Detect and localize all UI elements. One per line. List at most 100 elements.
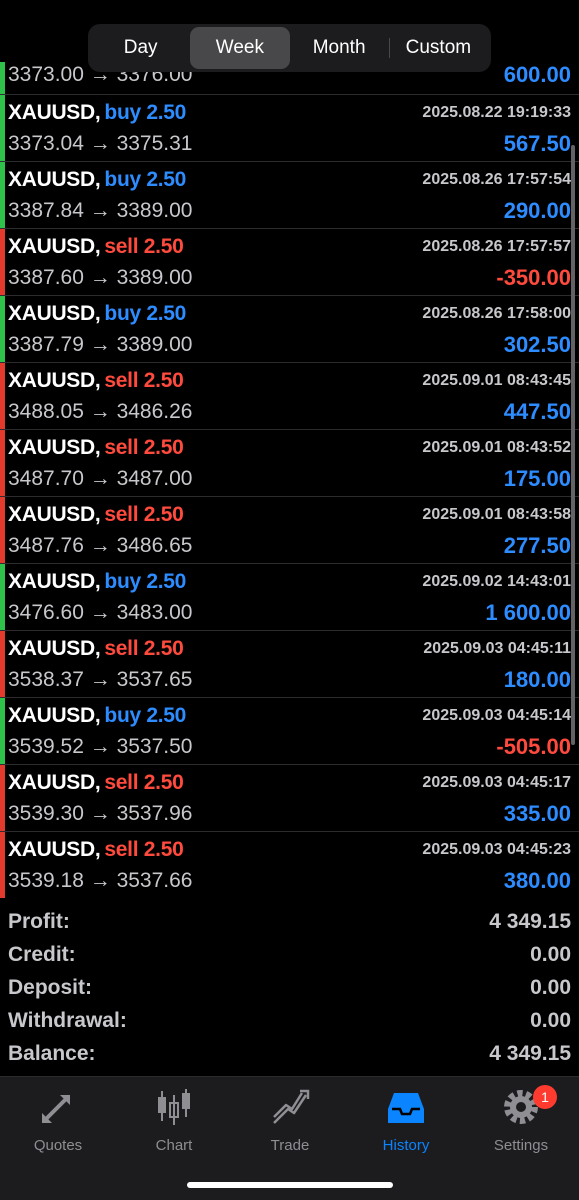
deal-side-bar — [0, 95, 5, 161]
deal-time: 2025.09.03 04:45:23 — [422, 841, 571, 858]
deal-symbol: XAUUSD, sell 2.50 — [8, 369, 184, 393]
tab-quotes[interactable]: Quotes — [0, 1087, 116, 1157]
deal-side-volume: sell 2.50 — [104, 838, 184, 861]
deal-row[interactable]: XAUUSD, sell 2.50 2025.09.01 08:43:45 3488.… — [0, 363, 579, 430]
deal-time: 2025.08.26 17:57:54 — [422, 171, 571, 188]
deal-side-volume: buy 2.50 — [104, 570, 187, 593]
tab-trade[interactable]: Trade — [232, 1087, 348, 1157]
deal-row[interactable]: XAUUSD, buy 2.50 2025.08.26 17:58:00 3387.7… — [0, 296, 579, 363]
deal-symbol: XAUUSD, sell 2.50 — [8, 235, 184, 259]
deal-row[interactable]: XAUUSD, sell 2.50 2025.09.01 08:43:58 3487.… — [0, 497, 579, 564]
tab-label: History — [382, 1137, 430, 1154]
deal-profit: 380.00 — [503, 868, 571, 893]
deal-time: 2025.08.26 17:57:57 — [422, 238, 571, 255]
list-scrollbar[interactable] — [571, 145, 575, 745]
deal-symbol: XAUUSD, sell 2.50 — [8, 503, 184, 527]
period-segmented-control: Day Week Month Custom — [88, 24, 491, 72]
home-indicator[interactable] — [187, 1182, 393, 1188]
deal-prices: 3539.18 → 3537.66 — [8, 869, 193, 892]
summary-credit: Credit: 0.00 — [0, 939, 579, 972]
period-tab-custom[interactable]: Custom — [388, 27, 488, 69]
deal-prices: 3387.60 → 3389.00 — [8, 266, 193, 289]
deal-row[interactable]: XAUUSD, buy 2.50 2025.09.03 04:45:14 3539.5… — [0, 698, 579, 765]
deal-profit: 277.50 — [503, 533, 571, 558]
deal-row[interactable]: XAUUSD, sell 2.50 2025.08.26 17:57:57 3387.… — [0, 229, 579, 296]
deal-side-bar — [0, 162, 5, 228]
deal-side-volume: sell 2.50 — [104, 637, 184, 660]
deal-prices: 3488.05 → 3486.26 — [8, 400, 193, 423]
deal-symbol: XAUUSD, buy 2.50 — [8, 704, 186, 728]
deal-symbol-name: XAUUSD, — [8, 503, 101, 526]
deal-symbol: XAUUSD, buy 2.50 — [8, 302, 186, 326]
deal-prices: 3476.60 → 3483.00 — [8, 601, 193, 624]
deal-symbol: XAUUSD, sell 2.50 — [8, 771, 184, 795]
deal-prices: 3539.52 → 3537.50 — [8, 735, 193, 758]
deal-side-bar — [0, 296, 5, 362]
summary-deposit: Deposit: 0.00 — [0, 972, 579, 1005]
summary-value: 4 349.15 — [489, 910, 571, 933]
deal-time: 2025.09.01 08:43:45 — [422, 372, 571, 389]
summary-label: Balance: — [8, 1042, 96, 1065]
deal-symbol-name: XAUUSD, — [8, 436, 101, 459]
summary-label: Withdrawal: — [8, 1009, 127, 1032]
deal-side-volume: sell 2.50 — [104, 235, 184, 258]
inbox-tray-icon — [388, 1093, 424, 1123]
deal-profit: 1 600.00 — [485, 600, 571, 625]
tab-chart[interactable]: Chart — [116, 1087, 232, 1157]
tab-label: Trade — [270, 1137, 310, 1154]
tab-history[interactable]: History — [348, 1087, 464, 1157]
deal-side-volume: buy 2.50 — [104, 168, 187, 191]
deal-symbol: XAUUSD, sell 2.50 — [8, 637, 184, 661]
period-tab-month[interactable]: Month — [290, 27, 389, 69]
deal-symbol-name: XAUUSD, — [8, 302, 101, 325]
deal-side-bar — [0, 430, 5, 496]
deal-row[interactable]: XAUUSD, buy 2.50 2025.09.02 14:43:01 3476.6… — [0, 564, 579, 631]
deal-prices: 3387.84 → 3389.00 — [8, 199, 193, 222]
deal-row[interactable]: XAUUSD, sell 2.50 2025.09.03 04:45:17 3539.… — [0, 765, 579, 832]
deal-symbol: XAUUSD, buy 2.50 — [8, 101, 186, 125]
deal-symbol: XAUUSD, buy 2.50 — [8, 168, 186, 192]
deal-symbol-name: XAUUSD, — [8, 637, 101, 660]
deal-side-bar — [0, 363, 5, 429]
deal-row[interactable]: XAUUSD, buy 2.50 2025.08.22 19:19:33 3373.0… — [0, 95, 579, 162]
deal-side-volume: buy 2.50 — [104, 704, 187, 727]
summary-label: Profit: — [8, 910, 70, 933]
deal-prices: 3538.37 → 3537.65 — [8, 668, 193, 691]
tab-label: Settings — [493, 1137, 549, 1154]
summary-value: 0.00 — [530, 943, 571, 966]
deal-side-bar — [0, 229, 5, 295]
deal-profit: 180.00 — [503, 667, 571, 692]
deal-side-volume: sell 2.50 — [104, 369, 184, 392]
deal-side-bar — [0, 62, 5, 94]
deal-symbol-name: XAUUSD, — [8, 369, 101, 392]
deal-side-bar — [0, 631, 5, 697]
trade-trend-icon — [273, 1089, 310, 1124]
deal-side-bar — [0, 698, 5, 764]
deal-row[interactable]: XAUUSD, buy 2.50 2025.08.26 17:57:54 3387.8… — [0, 162, 579, 229]
deal-time: 2025.09.03 04:45:17 — [422, 774, 571, 791]
deal-profit: 600.00 — [503, 62, 571, 87]
deal-row[interactable]: XAUUSD, sell 2.50 2025.09.03 04:45:11 3538.… — [0, 631, 579, 698]
deal-symbol-name: XAUUSD, — [8, 570, 101, 593]
deal-time: 2025.08.26 17:58:00 — [422, 305, 571, 322]
deal-prices: 3487.76 → 3486.65 — [8, 534, 193, 557]
deals-list[interactable]: 3373.00 → 3376.00 600.00 XAUUSD, buy 2.50… — [0, 62, 579, 898]
deal-side-bar — [0, 564, 5, 630]
deal-side-volume: sell 2.50 — [104, 771, 184, 794]
deal-row[interactable]: XAUUSD, sell 2.50 2025.09.03 04:45:23 3539.… — [0, 832, 579, 898]
deal-prices: 3539.30 → 3537.96 — [8, 802, 193, 825]
deal-side-volume: buy 2.50 — [104, 302, 187, 325]
deal-side-volume: buy 2.50 — [104, 101, 187, 124]
candlestick-chart-icon — [158, 1089, 190, 1125]
period-tab-week[interactable]: Week — [190, 27, 290, 69]
tab-settings[interactable]: 1 Settings — [463, 1085, 579, 1157]
period-tab-day[interactable]: Day — [91, 27, 190, 69]
deal-time: 2025.09.03 04:45:11 — [423, 640, 571, 657]
deal-row[interactable]: XAUUSD, sell 2.50 2025.09.01 08:43:52 3487.… — [0, 430, 579, 497]
deal-profit: 335.00 — [503, 801, 571, 826]
deal-time: 2025.09.02 14:43:01 — [422, 573, 571, 590]
deal-side-volume: sell 2.50 — [104, 436, 184, 459]
summary-withdrawal: Withdrawal: 0.00 — [0, 1005, 579, 1038]
summary-label: Deposit: — [8, 976, 92, 999]
quotes-icon — [42, 1095, 70, 1125]
